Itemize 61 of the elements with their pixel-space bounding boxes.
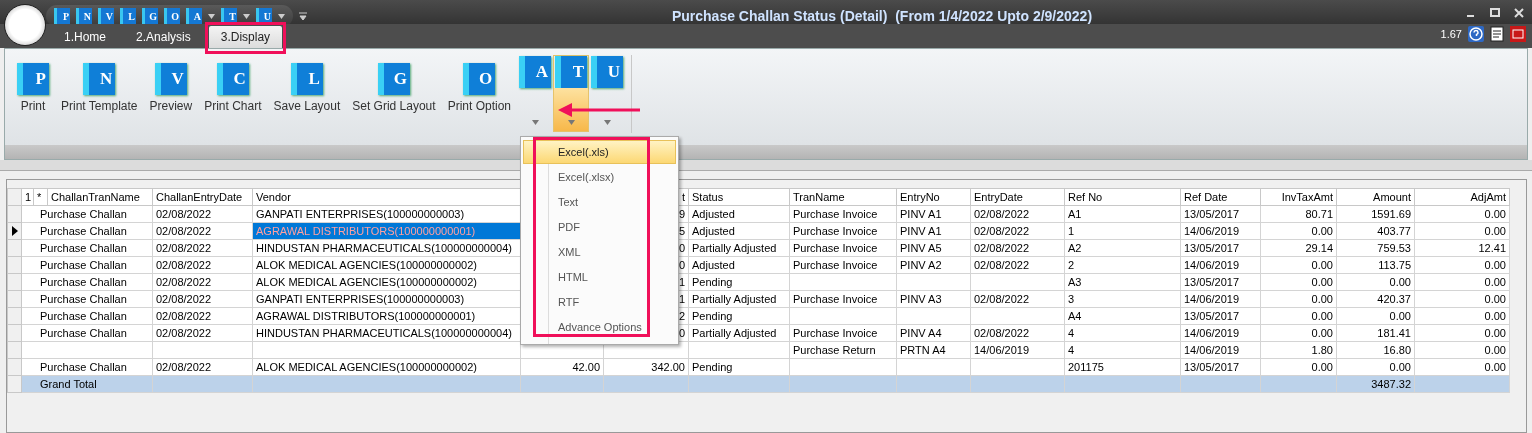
column-header[interactable]: Vendor: [252, 188, 521, 206]
ribbon-button[interactable]: L Save Layout: [267, 55, 347, 133]
column-header[interactable]: InvTaxAmt: [1260, 188, 1337, 206]
toolbar-icon[interactable]: L: [120, 8, 136, 24]
menu-item[interactable]: RTF: [523, 290, 676, 314]
version-label: 1.67: [1440, 28, 1462, 40]
split-button[interactable]: U: [589, 55, 625, 132]
toolbar-icon[interactable]: G: [142, 8, 158, 24]
toolbar-icon[interactable]: O: [164, 8, 180, 24]
column-header[interactable]: ChallanEntryDate: [152, 188, 253, 206]
menu-item[interactable]: XML: [523, 240, 676, 264]
customize-icon[interactable]: [299, 12, 307, 20]
split-button[interactable]: A: [517, 55, 553, 132]
letter-icon: L: [290, 63, 323, 95]
menu-item[interactable]: HTML: [523, 265, 676, 289]
letter-icon: P: [17, 63, 49, 95]
column-header[interactable]: TranName: [789, 188, 897, 206]
column-header[interactable]: Ref Date: [1180, 188, 1261, 206]
ribbon-tab[interactable]: 2.Analysis: [124, 26, 203, 48]
app-logo[interactable]: [4, 4, 46, 46]
current-row-icon: [10, 226, 19, 236]
ribbon-button[interactable]: G Set Grid Layout: [346, 55, 442, 133]
ribbon-tab[interactable]: 3.Display: [208, 26, 283, 48]
letter-icon: V: [154, 63, 187, 95]
menu-item[interactable]: PDF: [523, 215, 676, 239]
column-header[interactable]: Amount: [1336, 188, 1415, 206]
menu-item[interactable]: Excel(.xls): [523, 140, 676, 164]
letter-icon: N: [83, 63, 116, 95]
letter-icon: C: [216, 63, 249, 95]
ribbon-button[interactable]: O Print Option: [441, 55, 517, 133]
menu-item[interactable]: Excel(.xlsx): [523, 165, 676, 189]
letter-icon: A: [519, 56, 551, 88]
maximize-icon[interactable]: [1490, 8, 1500, 18]
letter-icon: U: [591, 56, 623, 88]
letter-icon: G: [377, 63, 410, 95]
column-header[interactable]: AdjAmt: [1414, 188, 1510, 206]
menu-item[interactable]: Text: [523, 190, 676, 214]
toolbar-icon[interactable]: V: [98, 8, 114, 24]
caret-icon: [531, 120, 539, 125]
column-header[interactable]: Ref No: [1064, 188, 1181, 206]
window-title: Purchase Challan Status (Detail) (From 1/4/2022 Upto 2/9/2022): [671, 8, 1093, 24]
toolbar-icon[interactable]: A: [186, 8, 202, 24]
letter-icon: O: [463, 63, 496, 95]
close-icon[interactable]: [1514, 8, 1524, 18]
caret-icon: [567, 120, 575, 125]
caret-icon: [603, 120, 611, 125]
split-button[interactable]: T: [553, 55, 589, 132]
column-header[interactable]: EntryNo: [896, 188, 971, 206]
ribbon-button[interactable]: N Print Template: [55, 55, 144, 133]
help-icon[interactable]: [1468, 26, 1484, 42]
column-header[interactable]: EntryDate: [970, 188, 1065, 206]
toolbar-icon[interactable]: P: [54, 8, 70, 24]
toolbar-icon[interactable]: N: [76, 8, 92, 24]
ribbon-button[interactable]: V Preview: [143, 55, 199, 133]
ribbon-button[interactable]: P Print: [11, 55, 55, 133]
letter-icon: T: [555, 56, 587, 88]
column-header[interactable]: Status: [688, 188, 790, 206]
ribbon-button[interactable]: C Print Chart: [198, 55, 268, 133]
column-header[interactable]: ChallanTranName: [47, 188, 153, 206]
document-icon[interactable]: [1490, 26, 1504, 42]
ribbon-tab[interactable]: 1.Home: [52, 26, 119, 48]
